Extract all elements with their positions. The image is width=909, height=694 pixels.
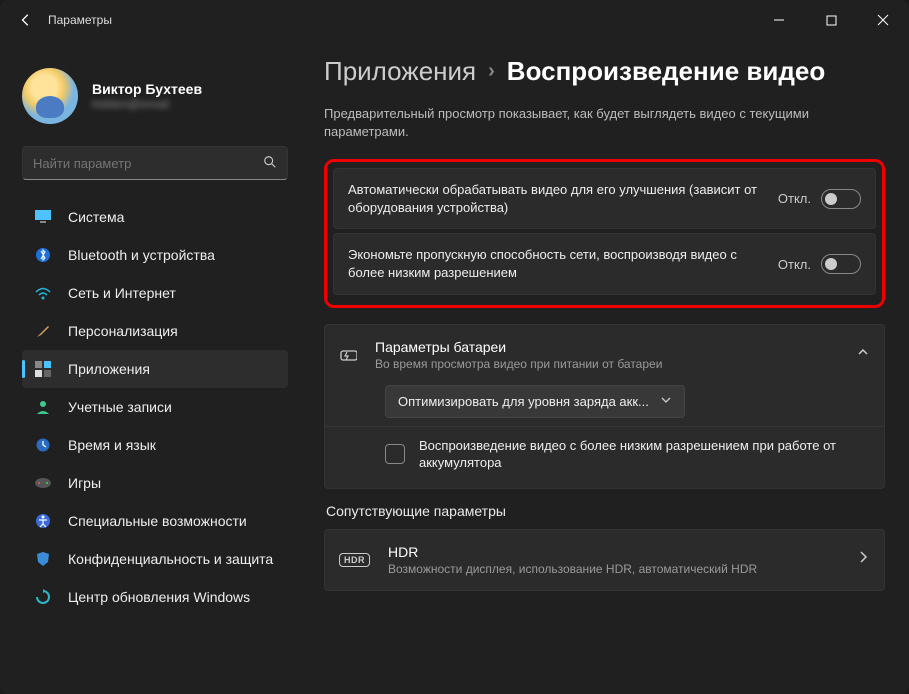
search-field[interactable] <box>33 156 263 171</box>
battery-checkbox[interactable] <box>385 444 405 464</box>
toggle-auto-process[interactable] <box>821 189 861 209</box>
page-title: Воспроизведение видео <box>507 56 825 87</box>
hdr-link[interactable]: HDR HDR Возможности дисплея, использован… <box>324 529 885 591</box>
hdr-title: HDR <box>388 544 757 560</box>
user-block[interactable]: Виктор Бухтеев hidden@email <box>22 52 288 146</box>
setting-label: Экономьте пропускную способность сети, в… <box>348 246 764 281</box>
toggle-state: Откл. <box>778 191 811 206</box>
toggle-bandwidth[interactable] <box>821 254 861 274</box>
update-icon <box>34 588 52 606</box>
titlebar: Параметры <box>0 0 909 40</box>
sidebar-item-update[interactable]: Центр обновления Windows <box>22 578 288 616</box>
battery-checkbox-row: Воспроизведение видео с более низким раз… <box>325 426 884 488</box>
setting-bandwidth: Экономьте пропускную способность сети, в… <box>333 233 876 294</box>
sidebar-item-privacy[interactable]: Конфиденциальность и защита <box>22 540 288 578</box>
minimize-button[interactable] <box>765 6 793 34</box>
highlighted-section: Автоматически обрабатывать видео для его… <box>324 159 885 307</box>
nav-label: Учетные записи <box>68 399 172 415</box>
apps-icon <box>34 360 52 378</box>
nav-list: Система Bluetooth и устройства Сеть и Ин… <box>22 198 288 616</box>
setting-label: Автоматически обрабатывать видео для его… <box>348 181 764 216</box>
avatar <box>22 68 78 124</box>
battery-header[interactable]: Параметры батареи Во время просмотра вид… <box>325 325 884 385</box>
nav-label: Центр обновления Windows <box>68 589 250 605</box>
sidebar-item-network[interactable]: Сеть и Интернет <box>22 274 288 312</box>
gamepad-icon <box>34 474 52 492</box>
nav-label: Система <box>68 209 124 225</box>
close-button[interactable] <box>869 6 897 34</box>
nav-label: Время и язык <box>68 437 156 453</box>
nav-label: Bluetooth и устройства <box>68 247 215 263</box>
window-title: Параметры <box>48 13 112 27</box>
battery-icon <box>339 346 357 364</box>
settings-window: Параметры Виктор Бухтеев hidden@email <box>0 0 909 694</box>
chevron-up-icon <box>856 345 870 364</box>
sidebar-item-system[interactable]: Система <box>22 198 288 236</box>
main-content: Приложения › Воспроизведение видео Предв… <box>300 40 909 694</box>
nav-label: Персонализация <box>68 323 178 339</box>
nav-label: Конфиденциальность и защита <box>68 551 273 567</box>
sidebar-item-gaming[interactable]: Игры <box>22 464 288 502</box>
sidebar-item-accounts[interactable]: Учетные записи <box>22 388 288 426</box>
sidebar-item-accessibility[interactable]: Специальные возможности <box>22 502 288 540</box>
user-name: Виктор Бухтеев <box>92 81 202 97</box>
nav-label: Специальные возможности <box>68 513 247 529</box>
sidebar-item-time[interactable]: Время и язык <box>22 426 288 464</box>
shield-icon <box>34 550 52 568</box>
clock-icon <box>34 436 52 454</box>
sidebar-item-personalization[interactable]: Персонализация <box>22 312 288 350</box>
sidebar-item-apps[interactable]: Приложения <box>22 350 288 388</box>
breadcrumb: Приложения › Воспроизведение видео <box>324 56 885 87</box>
sidebar-item-bluetooth[interactable]: Bluetooth и устройства <box>22 236 288 274</box>
nav-label: Сеть и Интернет <box>68 285 176 301</box>
sidebar: Виктор Бухтеев hidden@email Система Blue… <box>0 40 300 694</box>
brush-icon <box>34 322 52 340</box>
nav-label: Приложения <box>68 361 150 377</box>
battery-dropdown[interactable]: Оптимизировать для уровня заряда акк... <box>385 385 685 418</box>
battery-subtitle: Во время просмотра видео при питании от … <box>375 357 662 371</box>
monitor-icon <box>34 208 52 226</box>
accessibility-icon <box>34 512 52 530</box>
maximize-button[interactable] <box>817 6 845 34</box>
page-description: Предварительный просмотр показывает, как… <box>324 105 885 141</box>
chevron-down-icon <box>660 394 672 409</box>
breadcrumb-parent[interactable]: Приложения <box>324 56 476 87</box>
related-section-label: Сопутствующие параметры <box>326 503 885 519</box>
battery-title: Параметры батареи <box>375 339 662 355</box>
hdr-icon: HDR <box>339 553 370 567</box>
hdr-subtitle: Возможности дисплея, использование HDR, … <box>388 562 757 576</box>
battery-checkbox-label: Воспроизведение видео с более низким раз… <box>419 437 870 472</box>
user-email: hidden@email <box>92 97 202 111</box>
toggle-state: Откл. <box>778 257 811 272</box>
chevron-right-icon: › <box>488 60 495 83</box>
search-input[interactable] <box>22 146 288 180</box>
back-button[interactable] <box>12 6 40 34</box>
person-icon <box>34 398 52 416</box>
setting-auto-process: Автоматически обрабатывать видео для его… <box>333 168 876 229</box>
dropdown-value: Оптимизировать для уровня заряда акк... <box>398 394 649 409</box>
wifi-icon <box>34 284 52 302</box>
battery-group: Параметры батареи Во время просмотра вид… <box>324 324 885 489</box>
search-icon <box>263 155 277 172</box>
chevron-right-icon <box>856 550 870 569</box>
nav-label: Игры <box>68 475 101 491</box>
bluetooth-icon <box>34 246 52 264</box>
